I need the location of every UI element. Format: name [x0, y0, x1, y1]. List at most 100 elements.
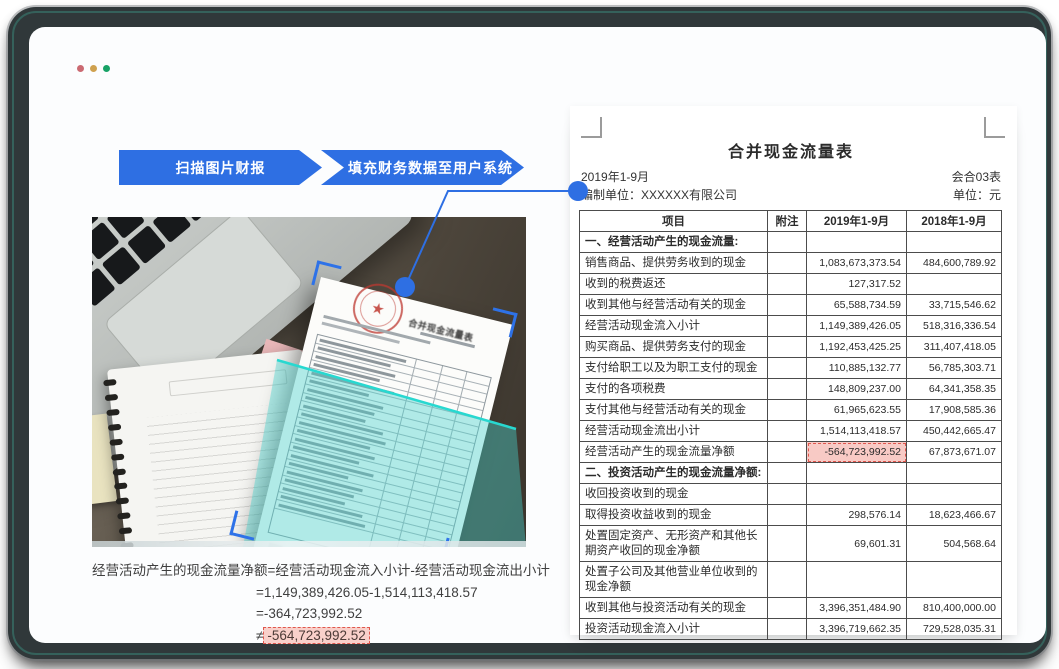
item-cell: 收到其他与投资活动有关的现金 [580, 598, 768, 619]
statement-table-body: 一、经营活动产生的现金流量:销售商品、提供劳务收到的现金 1,083,673,37… [580, 232, 1002, 640]
value-2019-cell: 1,514,113,418.57 [807, 421, 907, 442]
table-row: 处置子公司及其他营业单位收到的现金净额 [580, 562, 1002, 598]
value-2018-cell: 18,623,466.67 [907, 505, 1002, 526]
value-2019-cell: 3,396,719,662.35 [807, 619, 907, 640]
value-2019-cell [807, 484, 907, 505]
item-cell: 经营活动现金流入小计 [580, 316, 768, 337]
formula-line-3: =-364,723,992.52 [256, 603, 550, 625]
statement-period: 2019年1-9月 [581, 168, 649, 185]
statement-sheet-no: 会合03表 [952, 168, 1001, 185]
value-2018-cell: 17,908,585.36 [907, 400, 1002, 421]
value-2018-cell [907, 274, 1002, 295]
value-2018-cell: 64,341,358.35 [907, 379, 1002, 400]
minimize-window-icon[interactable] [90, 65, 97, 72]
crop-mark-icon [984, 117, 1005, 138]
note-cell [768, 274, 807, 295]
col-header-note: 附注 [768, 211, 807, 232]
note-cell [768, 619, 807, 640]
col-header-2018: 2018年1-9月 [907, 211, 1002, 232]
mismatch-value-badge: -564,723,992.52 [263, 627, 369, 644]
table-row: 收到的税费返还 127,317.52 [580, 274, 1002, 295]
cash-flow-table: 项目 附注 2019年1-9月 2018年1-9月 一、经营活动产生的现金流量:… [579, 210, 1002, 640]
value-2018-cell [907, 484, 1002, 505]
photo-doc-table [268, 334, 492, 547]
item-cell: 支付其他与经营活动有关的现金 [580, 400, 768, 421]
item-cell: 处置子公司及其他营业单位收到的现金净额 [580, 562, 768, 598]
value-2019-cell: 69,601.31 [807, 526, 907, 562]
value-2019-cell: 1,192,453,425.25 [807, 337, 907, 358]
item-cell: 经营活动现金流出小计 [580, 421, 768, 442]
step-banner-scan: 扫描图片财报 [119, 150, 322, 185]
value-2018-cell: 504,568.64 [907, 526, 1002, 562]
scan-photo: ★ 合并现金流量表 [92, 217, 526, 547]
value-2018-cell: 56,785,303.71 [907, 358, 1002, 379]
note-cell [768, 358, 807, 379]
statement-paper: 合并现金流量表 2019年1-9月 会合03表 编制单位：XXXXXX有限公司 … [570, 106, 1017, 635]
value-2019-cell: -564,723,992.52 [807, 442, 907, 463]
value-2019-cell: 127,317.52 [807, 274, 907, 295]
note-cell [768, 400, 807, 421]
maximize-window-icon[interactable] [103, 65, 110, 72]
item-cell: 取得投资收益收到的现金 [580, 505, 768, 526]
value-2019-cell: 110,885,132.77 [807, 358, 907, 379]
note-cell [768, 421, 807, 442]
table-row: 经营活动现金流入小计 1,149,389,426.05518,316,336.54 [580, 316, 1002, 337]
notebook-label-box [169, 369, 288, 396]
note-cell [768, 442, 807, 463]
formula-line-4: ≠-564,723,992.52 [256, 625, 550, 647]
close-window-icon[interactable] [77, 65, 84, 72]
value-2018-cell: 450,442,665.47 [907, 421, 1002, 442]
value-2018-cell: 67,873,671.07 [907, 442, 1002, 463]
item-cell: 支付的各项税费 [580, 379, 768, 400]
item-cell: 支付给职工以及为职工支付的现金 [580, 358, 768, 379]
value-2018-cell: 33,715,546.62 [907, 295, 1002, 316]
item-cell: 收到的税费返还 [580, 274, 768, 295]
item-cell: 一、经营活动产生的现金流量: [580, 232, 768, 253]
table-row: 投资活动现金流入小计3,396,719,662.35729,528,035.31 [580, 619, 1002, 640]
value-2018-cell [907, 232, 1002, 253]
value-2018-cell: 518,316,336.54 [907, 316, 1002, 337]
col-header-item: 项目 [580, 211, 768, 232]
item-cell: 投资活动现金流入小计 [580, 619, 768, 640]
table-row: 一、经营活动产生的现金流量: [580, 232, 1002, 253]
item-cell: 处置固定资产、无形资产和其他长期资产收回的现金净额 [580, 526, 768, 562]
item-cell: 二、投资活动产生的现金流量净额: [580, 463, 768, 484]
table-row: 经营活动产生的现金流量净额-564,723,992.5267,873,671.0… [580, 442, 1002, 463]
value-2018-cell: 311,407,418.05 [907, 337, 1002, 358]
formula-line-2: =1,149,389,426.05-1,514,113,418.57 [256, 582, 550, 604]
value-2019-cell: 1,083,673,373.54 [807, 253, 907, 274]
value-2019-cell: 3,396,351,484.90 [807, 598, 907, 619]
value-2019-cell: 298,576.14 [807, 505, 907, 526]
item-cell: 购买商品、提供劳务支付的现金 [580, 337, 768, 358]
red-seal-star-icon: ★ [369, 298, 386, 319]
step-label: 扫描图片财报 [176, 158, 266, 178]
window-content: 扫描图片财报 填充财务数据至用户系统 [29, 27, 1046, 643]
photo-doc-signature [267, 542, 415, 547]
note-cell [768, 232, 807, 253]
browser-window-frame: 扫描图片财报 填充财务数据至用户系统 [8, 7, 1051, 659]
table-row: 收到其他与投资活动有关的现金 3,396,351,484.90810,400,00… [580, 598, 1002, 619]
table-row: 收到其他与经营活动有关的现金65,588,734.5933,715,546.62 [580, 295, 1002, 316]
statement-unit: 单位：元 [953, 186, 1001, 203]
item-cell: 收到其他与经营活动有关的现金 [580, 295, 768, 316]
value-2019-cell [807, 463, 907, 484]
item-cell: 销售商品、提供劳务收到的现金 [580, 253, 768, 274]
value-2019-cell [807, 562, 907, 598]
table-row: 取得投资收益收到的现金 298,576.1418,623,466.67 [580, 505, 1002, 526]
formula-line-1: 经营活动产生的现金流量净额=经营活动现金流入小计-经营活动现金流出小计 [92, 560, 550, 582]
value-2018-cell [907, 463, 1002, 484]
note-cell [768, 337, 807, 358]
table-row: 收回投资收到的现金 [580, 484, 1002, 505]
table-header-row: 项目 附注 2019年1-9月 2018年1-9月 [580, 211, 1002, 232]
value-2019-cell: 1,149,389,426.05 [807, 316, 907, 337]
note-cell [768, 316, 807, 337]
table-row: 支付其他与经营活动有关的现金 61,965,623.5517,908,585.36 [580, 400, 1002, 421]
value-2019-cell: 61,965,623.55 [807, 400, 907, 421]
table-row: 支付的各项税费148,809,237.0064,341,358.35 [580, 379, 1002, 400]
value-2018-cell [907, 562, 1002, 598]
crop-mark-icon [581, 117, 602, 138]
value-2018-cell: 484,600,789.92 [907, 253, 1002, 274]
statement-title: 合并现金流量表 [580, 138, 1002, 162]
value-2018-cell: 810,400,000.00 [907, 598, 1002, 619]
value-2019-cell [807, 232, 907, 253]
